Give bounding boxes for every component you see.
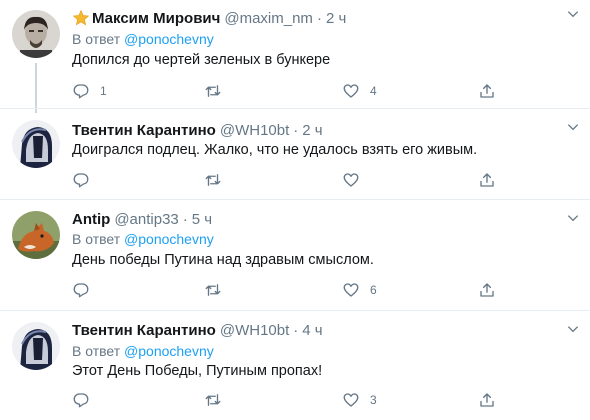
- tweet-2[interactable]: Твентин Карантино @WH10bt · 2 ч Доигралс…: [0, 118, 590, 198]
- avatar-image: [12, 322, 60, 370]
- divider: [0, 108, 590, 109]
- like-count: 4: [370, 84, 377, 98]
- thread-line: [35, 63, 37, 113]
- share-button[interactable]: [478, 280, 496, 300]
- share-button[interactable]: [478, 170, 496, 190]
- reply-to-line: В ответ @ponochevny: [72, 343, 214, 359]
- share-icon: [480, 393, 494, 407]
- reply-icon: [73, 393, 89, 408]
- share-icon: [480, 84, 494, 98]
- reply-to-mention[interactable]: @ponochevny: [124, 231, 214, 247]
- separator-dot: ·: [316, 9, 322, 27]
- reply-icon: [73, 84, 89, 99]
- timestamp[interactable]: 2 ч: [302, 122, 322, 139]
- author-name[interactable]: Твентин Карантино: [72, 122, 216, 139]
- star-emoji-icon: [72, 9, 90, 26]
- reply-button[interactable]: [72, 170, 100, 190]
- retweet-button[interactable]: [204, 81, 232, 101]
- author-name[interactable]: Максим Мирович: [92, 10, 220, 27]
- heart-icon: [343, 84, 359, 98]
- avatar-image: [12, 120, 60, 168]
- tweet-text: День победы Путина над здравым смыслом.: [72, 252, 374, 268]
- share-button[interactable]: [478, 81, 496, 101]
- avatar-image: [12, 211, 60, 259]
- reply-button[interactable]: [72, 390, 100, 410]
- separator-dot: ·: [182, 210, 188, 228]
- avatar[interactable]: [12, 120, 60, 168]
- reply-to-mention[interactable]: @ponochevny: [124, 343, 214, 359]
- share-icon: [480, 283, 494, 297]
- retweet-icon: [205, 284, 221, 296]
- reply-icon: [73, 173, 89, 188]
- reply-to-line: В ответ @ponochevny: [72, 31, 214, 47]
- divider: [0, 199, 590, 200]
- tweet-1[interactable]: Максим Мирович @maxim_nm · 2 ч В ответ @…: [0, 5, 590, 113]
- retweet-icon: [205, 174, 221, 186]
- reply-count: 1: [100, 84, 107, 98]
- retweet-button[interactable]: [204, 280, 232, 300]
- action-bar: 3: [72, 390, 502, 410]
- action-bar: 1 4: [72, 81, 502, 101]
- avatar[interactable]: [12, 322, 60, 370]
- author-name[interactable]: Твентин Карантино: [72, 322, 216, 339]
- like-button[interactable]: [342, 170, 370, 190]
- author-handle[interactable]: @WH10bt: [220, 122, 289, 139]
- chevron-down-icon[interactable]: [566, 322, 580, 336]
- tweet-4[interactable]: Твентин Карантино @WH10bt · 4 ч В ответ …: [0, 320, 590, 420]
- timestamp[interactable]: 4 ч: [302, 322, 322, 339]
- author-handle[interactable]: @WH10bt: [220, 322, 289, 339]
- author-handle[interactable]: @maxim_nm: [224, 10, 313, 27]
- avatar[interactable]: [12, 211, 60, 259]
- reply-to-prefix: В ответ: [72, 231, 121, 247]
- timestamp[interactable]: 5 ч: [192, 211, 212, 228]
- divider: [0, 310, 590, 311]
- reply-button[interactable]: [72, 280, 100, 300]
- separator-dot: ·: [293, 121, 299, 139]
- chevron-down-icon[interactable]: [566, 211, 580, 225]
- reply-button[interactable]: 1: [72, 81, 107, 101]
- reply-to-prefix: В ответ: [72, 31, 121, 47]
- like-count: 3: [370, 393, 377, 407]
- action-bar: 6: [72, 280, 502, 300]
- reply-to-prefix: В ответ: [72, 343, 121, 359]
- retweet-icon: [205, 394, 221, 406]
- like-button[interactable]: 3: [342, 390, 377, 410]
- tweet-text: Доигрался подлец. Жалко, что не удалось …: [72, 142, 478, 158]
- chevron-down-icon[interactable]: [566, 120, 580, 134]
- share-icon: [480, 173, 494, 187]
- reply-to-mention[interactable]: @ponochevny: [124, 31, 214, 47]
- heart-icon: [343, 283, 359, 297]
- like-button[interactable]: 4: [342, 81, 377, 101]
- timestamp[interactable]: 2 ч: [326, 10, 346, 27]
- share-button[interactable]: [478, 390, 496, 410]
- chevron-down-icon[interactable]: [566, 7, 580, 21]
- tweet-3[interactable]: Antip @antip33 · 5 ч В ответ @ponochevny…: [0, 209, 590, 309]
- tweet-text: Этот День Победы, Путиным пропах!: [72, 363, 323, 379]
- retweet-button[interactable]: [204, 390, 232, 410]
- reply-icon: [73, 283, 89, 298]
- like-button[interactable]: 6: [342, 280, 377, 300]
- retweet-icon: [205, 85, 221, 97]
- heart-icon: [343, 393, 359, 407]
- separator-dot: ·: [293, 321, 299, 339]
- action-bar: [72, 170, 502, 190]
- retweet-button[interactable]: [204, 170, 232, 190]
- heart-icon: [343, 173, 359, 187]
- like-count: 6: [370, 283, 377, 297]
- tweet-text: Допился до чертей зеленых в бункере: [72, 52, 331, 68]
- avatar[interactable]: [12, 10, 60, 58]
- reply-to-line: В ответ @ponochevny: [72, 231, 214, 247]
- author-handle[interactable]: @antip33: [114, 211, 178, 228]
- avatar-image: [12, 10, 60, 58]
- author-name[interactable]: Antip: [72, 211, 110, 228]
